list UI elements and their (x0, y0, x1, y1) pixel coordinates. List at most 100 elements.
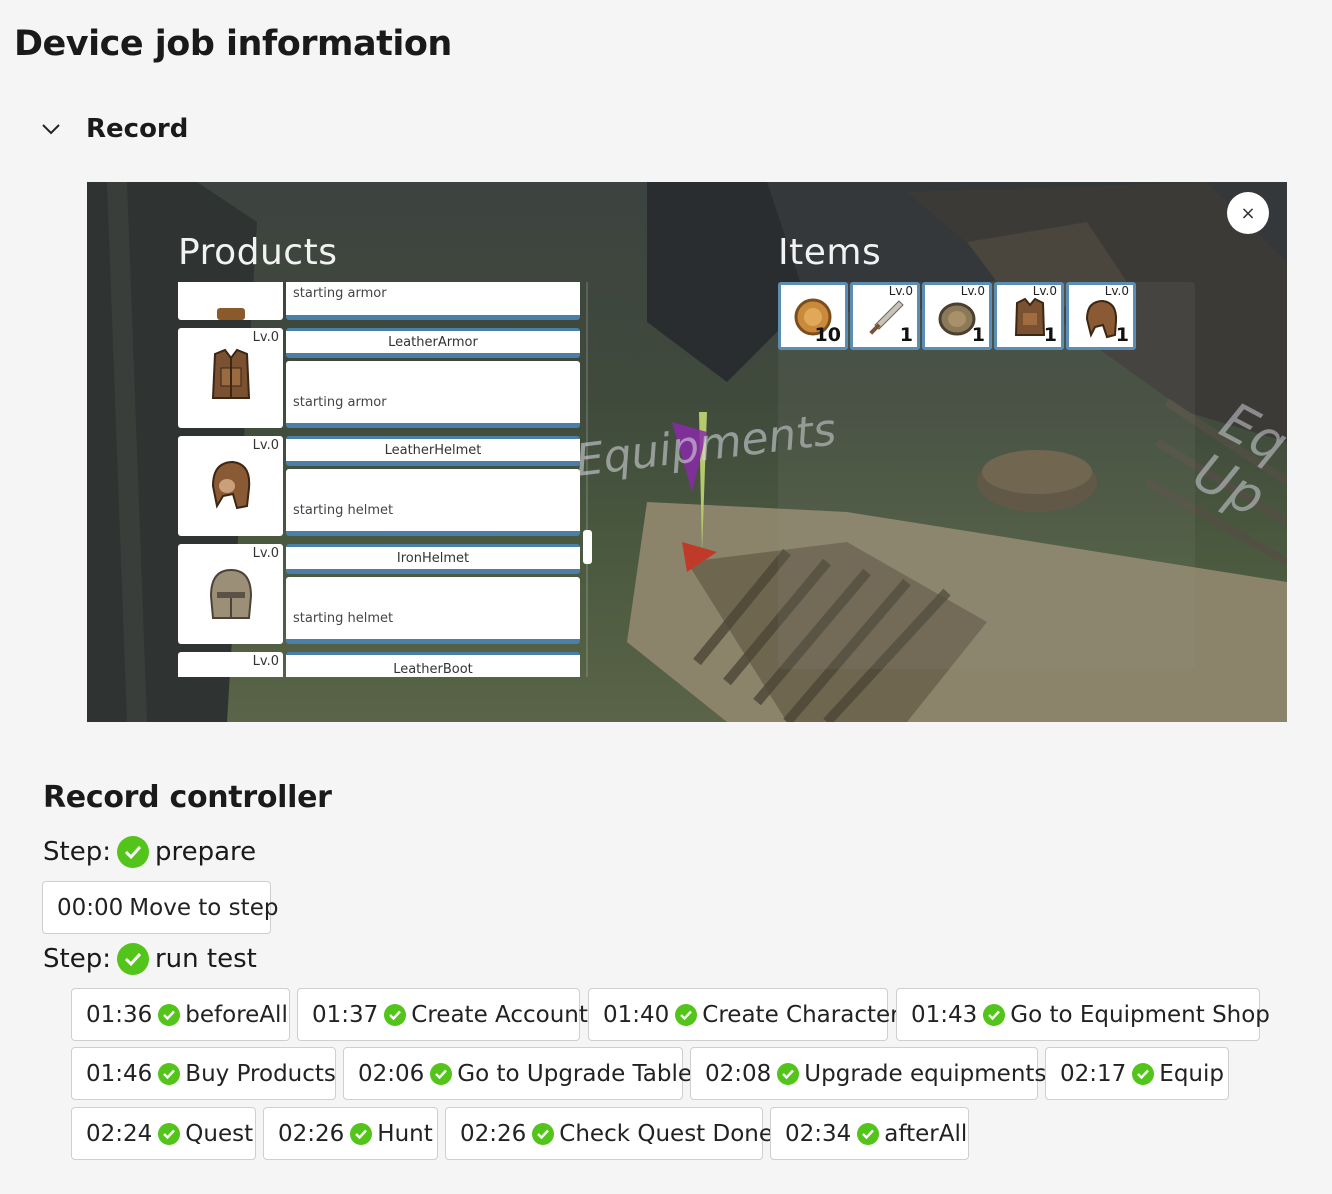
step-button-label: Quest (185, 1120, 254, 1147)
iron-helmet-icon (209, 568, 253, 619)
product-level: Lv.0 (252, 654, 279, 669)
step-button[interactable]: 01:36 beforeAll (71, 988, 290, 1041)
step-time: 02:17 (1060, 1060, 1127, 1087)
product-thumbnail: Lv.0 (178, 544, 283, 644)
product-level: Lv.0 (252, 330, 279, 345)
step-name: run test (154, 944, 257, 974)
product-name: LeatherBoot (286, 652, 580, 677)
item-quantity: 1 (899, 324, 913, 346)
step-button[interactable]: 02:26 Hunt (263, 1107, 438, 1160)
item-level: Lv.0 (960, 284, 985, 298)
check-circle-icon (158, 1122, 181, 1145)
item-slot[interactable]: Lv.0 1 (994, 282, 1064, 350)
step-time: 02:34 (785, 1120, 852, 1147)
record-collapse-header[interactable]: Record (40, 114, 188, 144)
product-row[interactable]: Lv.0 LeatherHelmet starting helmet (178, 436, 580, 536)
step-prepare-header: Step: prepare (43, 836, 256, 868)
record-label: Record (86, 114, 189, 144)
step-button[interactable]: 01:37 Create Account (297, 988, 588, 1041)
item-slot[interactable]: Lv.0 1 (1066, 282, 1136, 350)
items-title: Items (778, 232, 882, 273)
check-circle-icon (116, 943, 149, 975)
item-slot[interactable]: 10 (778, 282, 848, 350)
product-name: LeatherArmor (286, 328, 580, 358)
product-thumbnail: Lv.0 (178, 328, 283, 428)
step-button-label: Create Account (411, 1001, 588, 1028)
product-thumbnail: Lv.0 (178, 436, 283, 536)
item-slot[interactable]: Lv.0 1 (850, 282, 920, 350)
step-button[interactable]: 02:17 Equip (1045, 1047, 1229, 1100)
check-circle-icon (430, 1062, 453, 1085)
step-button[interactable]: 02:06 Go to Upgrade Table (343, 1047, 692, 1100)
step-button[interactable]: 02:26 Check Quest Done (445, 1107, 773, 1160)
product-thumbnail (178, 282, 283, 320)
item-level: Lv.0 (1104, 284, 1129, 298)
check-circle-icon (116, 836, 149, 868)
product-row[interactable]: Lv.0 IronHelmet starting helmet (178, 544, 580, 644)
move-to-step-button[interactable]: 00:00 Move to step (42, 881, 278, 934)
check-circle-icon (857, 1122, 880, 1145)
step-button[interactable]: 02:34 afterAll (770, 1107, 969, 1160)
product-row[interactable]: Lv.0 LeatherArmor starting armor (178, 328, 580, 428)
step-time: 01:36 (86, 1001, 153, 1028)
check-circle-icon (384, 1003, 407, 1026)
record-controller-title: Record controller (43, 780, 332, 815)
step-button[interactable]: 02:24 Quest (71, 1107, 256, 1160)
step-button-label: Equip (1159, 1060, 1224, 1087)
step-label: Step: (43, 837, 111, 867)
product-row[interactable]: starting armor (178, 282, 580, 320)
check-circle-icon (158, 1062, 181, 1085)
item-level: Lv.0 (1032, 284, 1057, 298)
product-description: starting armor (286, 282, 580, 320)
check-circle-icon (777, 1062, 800, 1085)
item-quantity: 1 (1115, 324, 1129, 346)
product-level: Lv.0 (252, 438, 279, 453)
check-circle-icon (158, 1003, 181, 1026)
step-button[interactable]: 01:46 Buy Products (71, 1047, 336, 1100)
product-description: starting helmet (286, 577, 580, 644)
page-title: Device job information (14, 24, 452, 64)
products-title: Products (178, 232, 338, 273)
products-scrollbar[interactable] (583, 530, 592, 564)
step-button-label: Move to step (129, 894, 279, 921)
product-row[interactable]: Lv.0 LeatherBoot (178, 652, 580, 677)
check-circle-icon (1132, 1062, 1155, 1085)
product-thumbnail: Lv.0 (178, 652, 283, 677)
product-name: LeatherHelmet (286, 436, 580, 466)
step-button-label: Buy Products (185, 1060, 336, 1087)
product-description: starting armor (286, 361, 580, 428)
step-button-label: Go to Equipment Shop (1010, 1001, 1270, 1028)
step-button-label: Check Quest Done (559, 1120, 774, 1147)
check-circle-icon (350, 1122, 373, 1145)
step-button-label: Go to Upgrade Table (457, 1060, 693, 1087)
step-button-label: beforeAll (185, 1001, 288, 1028)
armor-icon (217, 308, 245, 320)
step-time: 01:40 (603, 1001, 670, 1028)
products-list[interactable]: starting armor Lv.0 LeatherArmor startin… (178, 282, 580, 677)
item-quantity: 1 (971, 324, 985, 346)
check-circle-icon (532, 1122, 555, 1145)
step-button-label: afterAll (884, 1120, 968, 1147)
item-level: Lv.0 (888, 284, 913, 298)
check-circle-icon (675, 1003, 698, 1026)
item-quantity: 10 (814, 324, 841, 346)
step-label: Step: (43, 944, 111, 974)
chevron-down-icon (42, 124, 60, 135)
step-button-label: Create Character (702, 1001, 900, 1028)
step-time: 02:24 (86, 1120, 153, 1147)
step-time: 02:06 (358, 1060, 425, 1087)
step-run-test-header: Step: run test (43, 943, 257, 975)
step-time: 01:43 (911, 1001, 978, 1028)
step-button-label: Upgrade equipments (804, 1060, 1047, 1087)
close-button[interactable]: × (1227, 192, 1269, 234)
step-button[interactable]: 02:08 Upgrade equipments (690, 1047, 1046, 1100)
step-button[interactable]: 01:43 Go to Equipment Shop (896, 988, 1270, 1041)
product-level: Lv.0 (252, 546, 279, 561)
step-time: 01:37 (312, 1001, 379, 1028)
products-scroll-track (586, 282, 588, 677)
step-button[interactable]: 01:40 Create Character (588, 988, 900, 1041)
step-button-label: Hunt (377, 1120, 433, 1147)
step-time: 00:00 (57, 894, 124, 921)
product-name: IronHelmet (286, 544, 580, 574)
item-slot[interactable]: Lv.0 1 (922, 282, 992, 350)
